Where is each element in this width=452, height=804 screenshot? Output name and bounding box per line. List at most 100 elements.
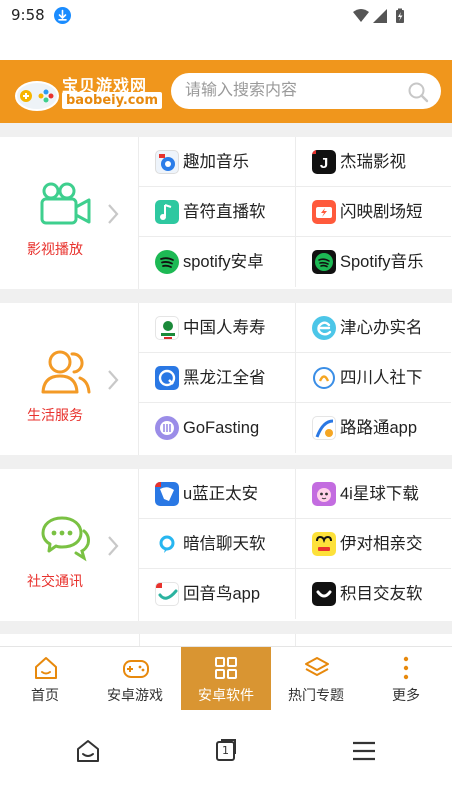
app-item[interactable]: 四川人社下 xyxy=(295,353,451,403)
app-item[interactable]: 音符直播软 xyxy=(139,187,295,237)
tab-count: 1 xyxy=(222,744,229,757)
4i-planet-icon xyxy=(312,482,336,506)
app-grid: 趣加音乐 J 杰瑞影视 音符直播软 闪映剧场短 spotify安卓 Spotif… xyxy=(139,137,452,289)
signal-icon xyxy=(373,9,387,23)
gamepad-logo-icon xyxy=(15,81,59,111)
app-item[interactable]: 4i星球下载 xyxy=(295,469,451,519)
bottom-navigation: 首页 安卓游戏 安卓软件 热门专题 更多 xyxy=(0,646,452,711)
gofasting-icon xyxy=(155,416,179,440)
category-label: 影视播放 xyxy=(27,242,83,258)
chevron-right-icon xyxy=(106,369,120,395)
divider xyxy=(295,634,296,646)
section-divider xyxy=(0,455,452,469)
jimu-icon xyxy=(312,582,336,606)
yidui-icon xyxy=(312,532,336,556)
app-name: 黑龙江全省 xyxy=(183,369,266,387)
logo-domain: baobeiy.com xyxy=(62,92,162,109)
more-dots-icon xyxy=(400,655,412,687)
app-item[interactable]: spotify安卓 xyxy=(139,237,295,287)
anxin-chat-icon xyxy=(155,532,179,556)
nav-android-games[interactable]: 安卓游戏 xyxy=(90,647,180,711)
search-icon[interactable] xyxy=(407,81,429,107)
gamepad-icon xyxy=(122,655,150,685)
nav-android-software[interactable]: 安卓软件 xyxy=(181,647,271,711)
system-navigation-bar: 1 xyxy=(0,710,452,804)
app-grid: u蓝正太安 4i星球下载 暗信聊天软 伊对相亲交 回音鸟app 积目交友软 xyxy=(139,469,452,621)
section-divider xyxy=(0,123,452,137)
lulutong-icon xyxy=(312,416,336,440)
status-icons xyxy=(352,8,412,28)
spotify-music-icon xyxy=(312,250,336,274)
app-name: GoFasting xyxy=(183,419,260,437)
nav-home[interactable]: 首页 xyxy=(0,647,90,711)
app-name: spotify安卓 xyxy=(183,253,264,271)
search-input[interactable] xyxy=(185,73,395,109)
app-item[interactable]: 黑龙江全省 xyxy=(139,353,295,403)
app-item[interactable]: 暗信聊天软 xyxy=(139,519,295,569)
app-name: u蓝正太安 xyxy=(183,485,259,503)
layers-icon xyxy=(303,655,331,685)
app-item[interactable]: J 杰瑞影视 xyxy=(295,137,451,187)
users-icon xyxy=(40,348,92,400)
app-name: 伊对相亲交 xyxy=(340,535,423,553)
category-section-partial xyxy=(0,634,452,646)
category-section-life: 生活服务 中国人寿寿 津心办实名 黑龙江全省 四川人社下 GoFasting 路… xyxy=(0,303,452,455)
category-label: 生活服务 xyxy=(27,408,83,424)
site-logo[interactable]: 宝贝游戏网 baobeiy.com xyxy=(14,70,162,114)
app-item[interactable]: 趣加音乐 xyxy=(139,137,295,187)
app-item[interactable]: 回音鸟app xyxy=(139,569,295,619)
video-camera-icon xyxy=(40,182,92,230)
app-name: 4i星球下载 xyxy=(340,485,419,503)
wifi-icon xyxy=(353,9,369,22)
shanying-theater-icon xyxy=(312,200,336,224)
site-header: 宝贝游戏网 baobeiy.com xyxy=(0,60,452,123)
menu-icon[interactable] xyxy=(352,741,376,765)
jerry-video-icon: J xyxy=(312,150,336,174)
app-item[interactable]: 津心办实名 xyxy=(295,303,451,353)
app-name: 四川人社下 xyxy=(340,369,423,387)
divider xyxy=(139,634,140,646)
app-name: 津心办实名 xyxy=(340,319,423,337)
tabs-button[interactable]: 1 xyxy=(214,738,238,762)
nav-label: 更多 xyxy=(392,688,420,704)
browser-home-icon[interactable] xyxy=(76,739,100,767)
app-item[interactable]: Spotify音乐 xyxy=(295,237,451,287)
app-item[interactable]: 闪映剧场短 xyxy=(295,187,451,237)
nav-label: 安卓软件 xyxy=(198,688,254,704)
app-item[interactable]: 中国人寿寿 xyxy=(139,303,295,353)
category-label: 社交通讯 xyxy=(27,574,83,590)
home-icon xyxy=(33,655,59,685)
music-note-live-icon xyxy=(155,200,179,224)
category-social[interactable]: 社交通讯 xyxy=(0,469,139,621)
app-item[interactable]: GoFasting xyxy=(139,403,295,453)
status-time: 9:58 xyxy=(11,6,45,24)
app-item[interactable]: u蓝正太安 xyxy=(139,469,295,519)
search-box[interactable] xyxy=(171,73,441,109)
app-name: 路路通app xyxy=(340,419,418,437)
app-item[interactable]: 路路通app xyxy=(295,403,451,453)
section-divider xyxy=(0,289,452,303)
chevron-right-icon xyxy=(106,203,120,229)
app-name: 积目交友软 xyxy=(340,585,423,603)
app-item[interactable]: 伊对相亲交 xyxy=(295,519,451,569)
battery-icon xyxy=(396,8,404,23)
app-name: 回音鸟app xyxy=(183,585,261,603)
china-life-icon xyxy=(155,316,179,340)
app-item[interactable]: 积目交友软 xyxy=(295,569,451,619)
app-name: 趣加音乐 xyxy=(183,153,249,171)
app-name: 音符直播软 xyxy=(183,203,266,221)
sichuan-social-icon xyxy=(312,366,336,390)
grid-icon xyxy=(213,655,239,685)
quja-music-icon xyxy=(155,150,179,174)
download-notification-icon xyxy=(54,7,71,24)
nav-hot-topics[interactable]: 热门专题 xyxy=(271,647,361,711)
app-name: 闪映剧场短 xyxy=(340,203,423,221)
nav-more[interactable]: 更多 xyxy=(361,647,451,711)
nav-label: 安卓游戏 xyxy=(107,688,163,704)
heilongjiang-icon xyxy=(155,366,179,390)
category-life[interactable]: 生活服务 xyxy=(0,303,139,455)
nav-label: 首页 xyxy=(31,688,59,704)
status-bar: 9:58 xyxy=(0,0,452,30)
category-video[interactable]: 影视播放 xyxy=(0,137,139,289)
app-grid: 中国人寿寿 津心办实名 黑龙江全省 四川人社下 GoFasting 路路通app xyxy=(139,303,452,455)
